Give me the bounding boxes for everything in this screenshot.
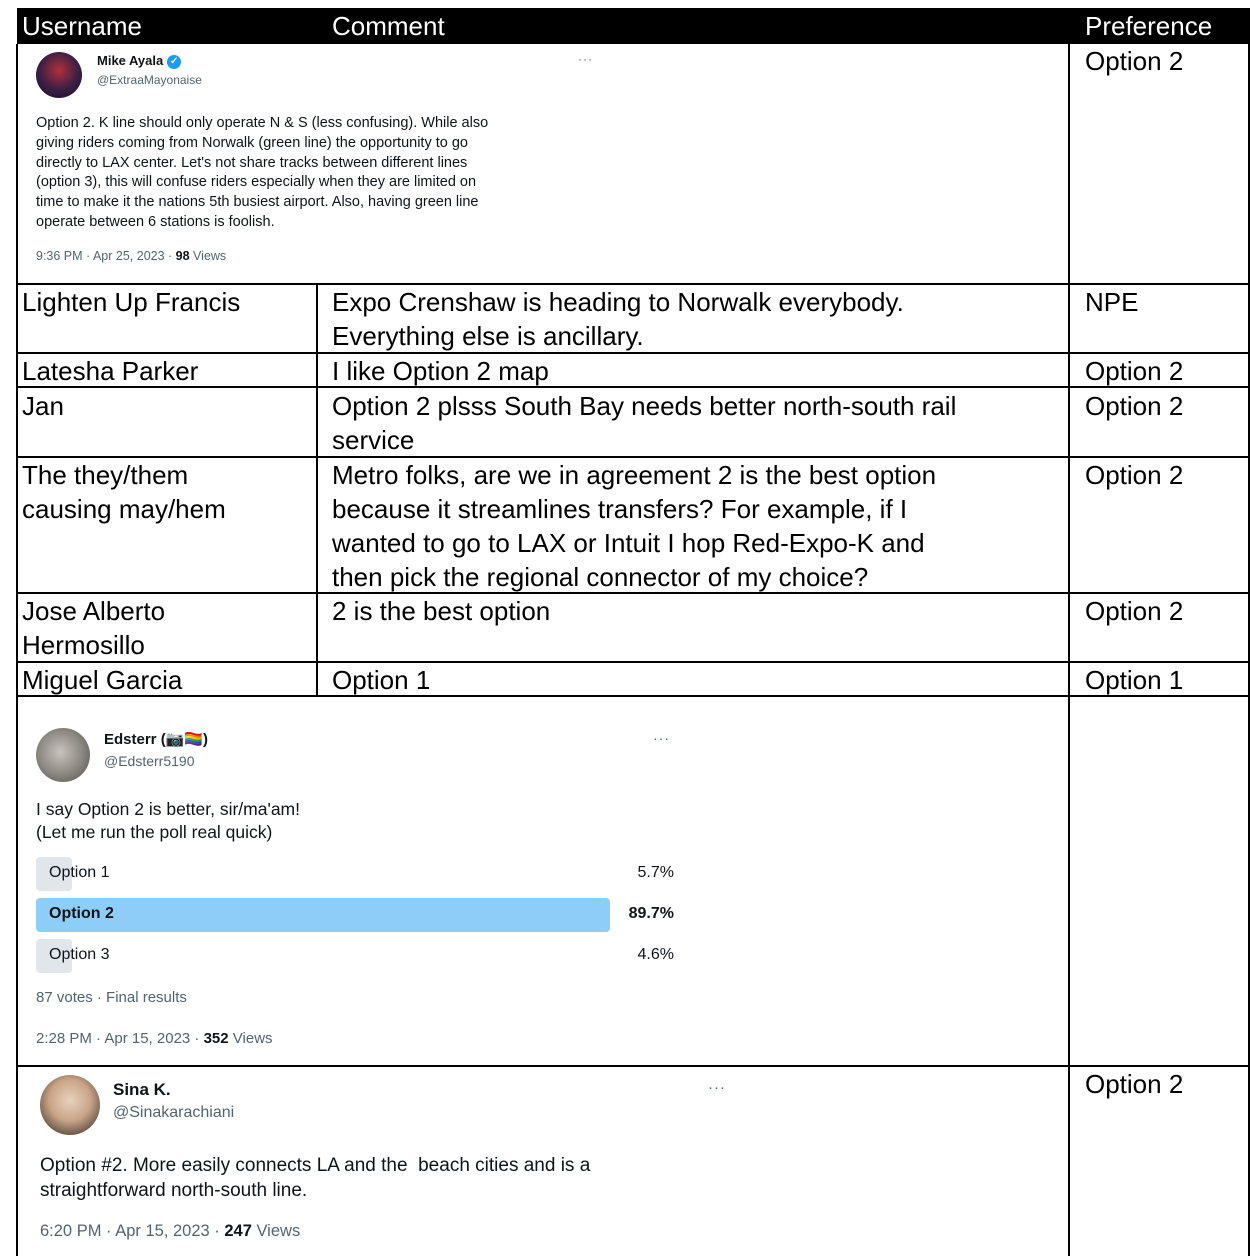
- poll-option-percent: 4.6%: [637, 946, 674, 963]
- tweet-author-handle: @Edsterr5190: [104, 753, 195, 769]
- poll-option-label: Option 1: [49, 864, 110, 881]
- preference-cell: Option 2: [1085, 596, 1184, 626]
- comment-cell: Option 1: [332, 665, 431, 695]
- tweet-timestamp: 2:28 PM · Apr 15, 2023 ·: [36, 1030, 204, 1047]
- poll-footer: 87 votes · Final results: [36, 989, 187, 1006]
- tweet-views-label: Views: [189, 249, 227, 263]
- grid-line: [1068, 44, 1070, 1256]
- preference-cell: Option 2: [1085, 391, 1184, 421]
- avatar: [40, 1075, 100, 1135]
- poll-option-percent: 5.7%: [637, 864, 674, 881]
- more-options-icon[interactable]: ···: [653, 730, 670, 746]
- tweet-text: I say Option 2 is better, sir/ma'am! (Le…: [36, 799, 300, 842]
- tweet-timestamp: 6:20 PM · Apr 15, 2023 ·: [40, 1222, 225, 1240]
- poll-option-label: Option 3: [49, 946, 110, 963]
- poll: Option 1 5.7% Option 2 89.7% Option 3 4.6%: [36, 857, 686, 977]
- preference-cell: Option 1: [1085, 665, 1184, 695]
- poll-bar-option-2: [36, 898, 610, 932]
- username-cell: The they/them causing may/hem: [22, 460, 226, 524]
- avatar: [36, 728, 90, 782]
- tweet-timestamp: 9:36 PM · Apr 25, 2023 ·: [36, 249, 176, 263]
- table-header: [17, 8, 1250, 44]
- tweet-author-name: Edsterr (📷🏳️‍🌈): [104, 731, 209, 748]
- preference-cell: Option 2: [1085, 460, 1184, 490]
- tweet-view-count: 352: [203, 1030, 229, 1047]
- tweet-card: Sina K. @Sinakarachiani ··· Option #2. M…: [20, 1067, 742, 1256]
- tweet-author-name: Sina K.: [113, 1080, 171, 1099]
- username-cell: Latesha Parker: [22, 356, 199, 386]
- comment-cell: Metro folks, are we in agreement 2 is th…: [332, 460, 937, 592]
- more-options-icon[interactable]: ···: [578, 52, 593, 66]
- tweet-card: Mike Ayala ✓ @ExtraaMayonaise ··· Option …: [20, 44, 612, 282]
- comment-cell: I like Option 2 map: [332, 356, 549, 386]
- tweet-metadata: 6:20 PM · Apr 15, 2023 · 247 Views: [40, 1222, 300, 1241]
- tweet-author-handle: @Sinakarachiani: [113, 1104, 235, 1121]
- verified-badge-icon: ✓: [167, 54, 182, 69]
- tweet-card: Edsterr (📷🏳️‍🌈) @Edsterr5190 ··· I say O…: [20, 697, 742, 1063]
- comment-cell: 2 is the best option: [332, 596, 551, 626]
- avatar: [36, 52, 82, 98]
- tweet-views-label: Views: [228, 1030, 273, 1047]
- tweet-view-count: 98: [175, 249, 190, 263]
- column-header-preference: Preference: [1085, 11, 1213, 41]
- more-options-icon[interactable]: ···: [708, 1079, 726, 1096]
- preference-cell: Option 2: [1085, 46, 1184, 76]
- tweet-metadata: 9:36 PM · Apr 25, 2023 · 98 Views: [36, 249, 226, 263]
- username-cell: Jose Alberto Hermosillo: [22, 596, 166, 660]
- username-cell: Miguel Garcia: [22, 665, 183, 695]
- tweet-text: Option 2. K line should only operate N &…: [36, 115, 489, 230]
- tweet-view-count: 247: [224, 1222, 252, 1240]
- tweet-author-handle: @ExtraaMayonaise: [97, 73, 202, 87]
- grid-line: [16, 44, 18, 1256]
- username-cell: Jan: [22, 391, 64, 421]
- username-cell: Lighten Up Francis: [22, 287, 241, 317]
- tweet-author-name: Mike Ayala: [97, 53, 164, 68]
- preference-cell: Option 2: [1085, 1069, 1184, 1099]
- grid-line: [316, 284, 318, 697]
- poll-option-percent: 89.7%: [628, 905, 674, 922]
- comment-cell: Expo Crenshaw is heading to Norwalk ever…: [332, 287, 904, 351]
- poll-option-label: Option 2: [49, 905, 114, 922]
- tweet-views-label: Views: [251, 1222, 301, 1240]
- tweet-text: Option #2. More easily connects LA and t…: [40, 1155, 591, 1201]
- column-header-comment: Comment: [332, 11, 445, 41]
- column-header-username: Username: [22, 11, 142, 41]
- preference-cell: Option 2: [1085, 356, 1184, 386]
- comment-cell: Option 2 plsss South Bay needs better no…: [332, 391, 957, 455]
- preference-cell: NPE: [1085, 287, 1139, 317]
- tweet-metadata: 2:28 PM · Apr 15, 2023 · 352 Views: [36, 1030, 273, 1047]
